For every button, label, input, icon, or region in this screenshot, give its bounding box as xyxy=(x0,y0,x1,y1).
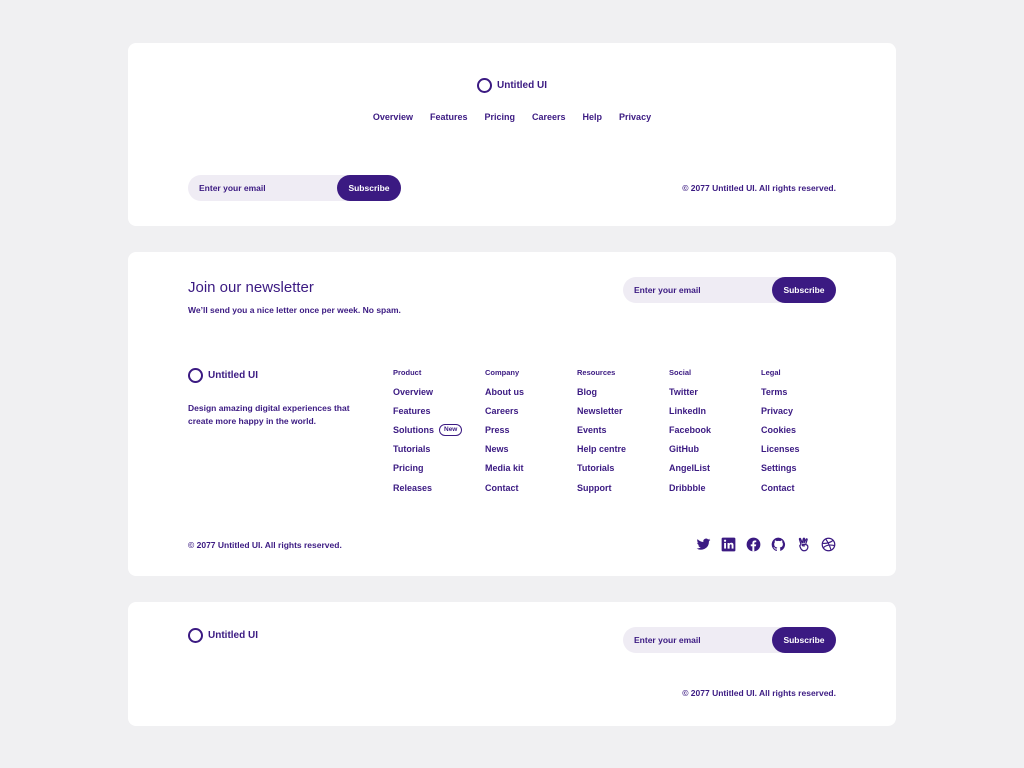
column-heading: Social xyxy=(669,368,692,377)
link-tutorials[interactable]: Tutorials xyxy=(393,444,430,454)
link-news[interactable]: News xyxy=(485,444,509,454)
email-input[interactable] xyxy=(623,626,771,654)
brand-tagline: Design amazing digital experiences that … xyxy=(188,403,350,426)
nav-link-features[interactable]: Features xyxy=(430,112,468,122)
link-releases[interactable]: Releases xyxy=(393,483,432,493)
link-about-us[interactable]: About us xyxy=(485,387,524,397)
logo[interactable]: Untitled UI xyxy=(188,628,258,643)
link-github[interactable]: GitHub xyxy=(669,444,699,454)
link-blog[interactable]: Blog xyxy=(577,387,597,397)
logo-text: Untitled UI xyxy=(497,80,547,91)
newsletter-subheading: We’ll send you a nice letter once per we… xyxy=(188,305,401,315)
link-newsletter[interactable]: Newsletter xyxy=(577,406,623,416)
link-twitter[interactable]: Twitter xyxy=(669,387,698,397)
link-dribbble[interactable]: Dribbble xyxy=(669,483,706,493)
nav-link-help[interactable]: Help xyxy=(583,112,603,122)
link-terms[interactable]: Terms xyxy=(761,387,787,397)
link-tutorials[interactable]: Tutorials xyxy=(577,463,614,473)
footer-newsletter-columns: Join our newsletter We’ll send you a nic… xyxy=(128,252,896,576)
logo-ring-icon xyxy=(477,78,492,93)
facebook-icon[interactable] xyxy=(746,537,761,552)
link-contact[interactable]: Contact xyxy=(485,483,519,493)
column-heading: Company xyxy=(485,368,520,377)
footer-column-legal: Legal Terms Privacy Cookies Licenses Set… xyxy=(761,368,800,497)
copyright-text: © 2077 Untitled UI. All rights reserved. xyxy=(682,688,836,698)
link-angellist[interactable]: AngelList xyxy=(669,463,710,473)
link-pricing[interactable]: Pricing xyxy=(393,463,424,473)
column-heading: Product xyxy=(393,368,422,377)
link-facebook[interactable]: Facebook xyxy=(669,425,711,435)
subscribe-form: Subscribe xyxy=(188,174,401,202)
nav-link-careers[interactable]: Careers xyxy=(532,112,566,122)
logo-text: Untitled UI xyxy=(208,630,258,641)
footer-minimal: Untitled UI Subscribe © 2077 Untitled UI… xyxy=(128,602,896,726)
footer-column-resources: Resources Blog Newsletter Events Help ce… xyxy=(577,368,626,497)
subscribe-form: Subscribe xyxy=(623,276,836,304)
link-licenses[interactable]: Licenses xyxy=(761,444,800,454)
new-badge: New xyxy=(439,423,463,436)
column-heading: Resources xyxy=(577,368,616,377)
link-press[interactable]: Press xyxy=(485,425,510,435)
link-cookies[interactable]: Cookies xyxy=(761,425,796,435)
footer-column-product: Product Overview Features Solutions New T… xyxy=(393,368,463,497)
footer-column-company: Company About us Careers Press News Medi… xyxy=(485,368,524,497)
link-media-kit[interactable]: Media kit xyxy=(485,463,524,473)
twitter-icon[interactable] xyxy=(696,537,711,552)
link-privacy[interactable]: Privacy xyxy=(761,406,793,416)
link-help-centre[interactable]: Help centre xyxy=(577,444,626,454)
link-features[interactable]: Features xyxy=(393,406,431,416)
dribbble-icon[interactable] xyxy=(821,537,836,552)
angellist-icon[interactable] xyxy=(796,537,811,552)
logo-ring-icon xyxy=(188,628,203,643)
footer-simple-centered: Untitled UI Overview Features Pricing Ca… xyxy=(128,43,896,226)
nav-link-overview[interactable]: Overview xyxy=(373,112,413,122)
subscribe-button[interactable]: Subscribe xyxy=(337,175,401,201)
social-icons xyxy=(696,537,836,552)
footer-column-social: Social Twitter LinkedIn Facebook GitHub … xyxy=(669,368,711,497)
nav-link-privacy[interactable]: Privacy xyxy=(619,112,651,122)
subscribe-button[interactable]: Subscribe xyxy=(772,627,836,653)
copyright-text: © 2077 Untitled UI. All rights reserved. xyxy=(682,183,836,193)
linkedin-icon[interactable] xyxy=(721,537,736,552)
link-settings[interactable]: Settings xyxy=(761,463,797,473)
logo[interactable]: Untitled UI xyxy=(477,78,547,93)
email-input[interactable] xyxy=(623,276,771,304)
footer-nav: Overview Features Pricing Careers Help P… xyxy=(128,112,896,122)
link-careers[interactable]: Careers xyxy=(485,406,519,416)
logo-text: Untitled UI xyxy=(208,370,258,381)
newsletter-heading: Join our newsletter xyxy=(188,279,314,296)
email-input[interactable] xyxy=(188,174,336,202)
link-overview[interactable]: Overview xyxy=(393,387,433,397)
link-support[interactable]: Support xyxy=(577,483,612,493)
link-solutions[interactable]: Solutions xyxy=(393,425,434,435)
link-events[interactable]: Events xyxy=(577,425,607,435)
subscribe-button[interactable]: Subscribe xyxy=(772,277,836,303)
github-icon[interactable] xyxy=(771,537,786,552)
column-heading: Legal xyxy=(761,368,781,377)
link-contact[interactable]: Contact xyxy=(761,483,795,493)
logo-ring-icon xyxy=(188,368,203,383)
copyright-text: © 2077 Untitled UI. All rights reserved. xyxy=(188,540,342,550)
nav-link-pricing[interactable]: Pricing xyxy=(484,112,515,122)
logo[interactable]: Untitled UI xyxy=(188,368,258,383)
subscribe-form: Subscribe xyxy=(623,626,836,654)
link-linkedin[interactable]: LinkedIn xyxy=(669,406,706,416)
